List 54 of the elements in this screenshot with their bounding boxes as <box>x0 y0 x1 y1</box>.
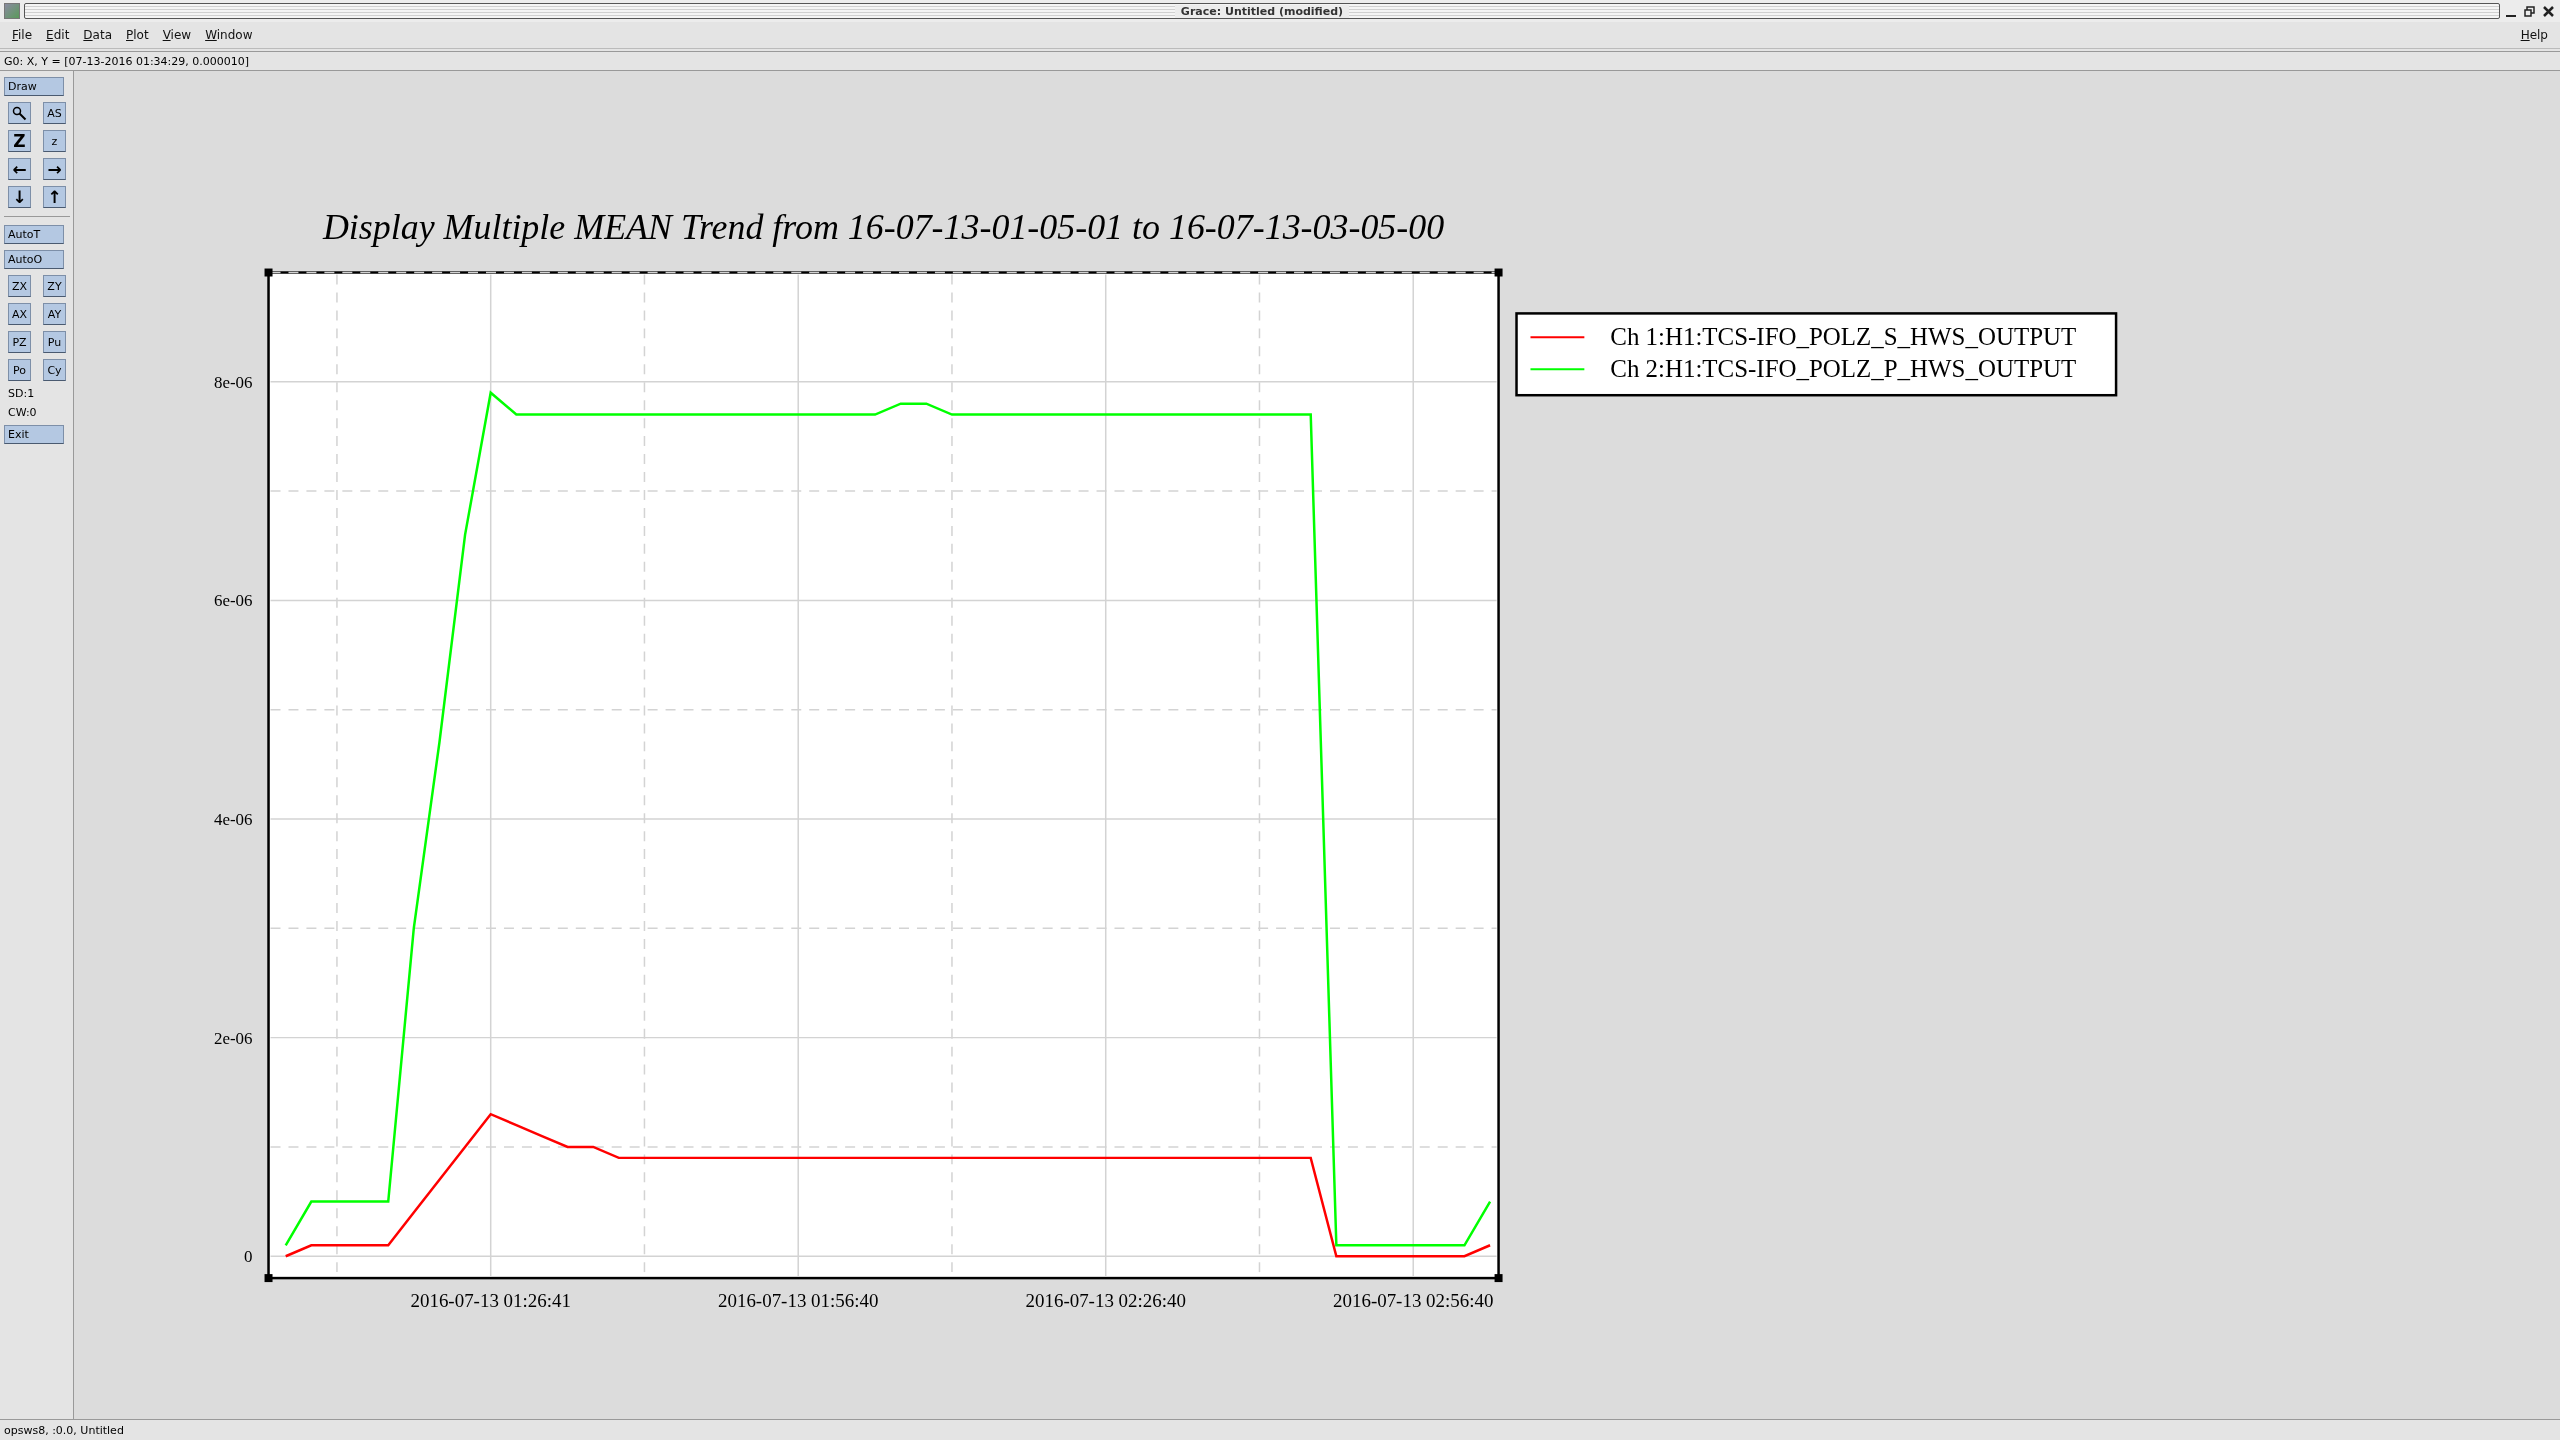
tool-button[interactable]: AY <box>43 303 66 325</box>
y-tick-label: 4e-06 <box>214 810 253 829</box>
y-tick-label: 0 <box>244 1247 253 1267</box>
chart-title: Display Multiple MEAN Trend from 16-07-13-01-05-01 to 16-07-13-03-05-00 <box>322 206 1445 247</box>
tool-status-text: CW:0 <box>7 406 38 419</box>
menu-item[interactable]: Plot <box>120 26 155 44</box>
y-tick-label: 6e-06 <box>214 591 253 611</box>
tool-button[interactable]: ← <box>8 158 31 180</box>
tool-button[interactable]: → <box>43 158 66 180</box>
status-bar: opsws8, :0.0, Untitled <box>0 1419 2560 1440</box>
legend-label: Ch 1:H1:TCS-IFO_POLZ_S_HWS_OUTPUT <box>1610 323 2077 351</box>
tool-button[interactable]: ZX <box>8 275 31 297</box>
menu-item[interactable]: Data <box>77 26 118 44</box>
tool-button[interactable]: AS <box>43 102 66 124</box>
corner-handle[interactable] <box>1494 268 1503 277</box>
zoom-button[interactable] <box>8 102 31 124</box>
close-icon <box>2543 5 2554 17</box>
tool-button[interactable]: z <box>43 130 66 152</box>
tool-button[interactable]: ↓ <box>8 186 31 208</box>
restore-icon <box>2524 5 2535 17</box>
menu-item[interactable]: Edit <box>40 26 76 44</box>
corner-handle[interactable] <box>1494 1274 1503 1283</box>
corner-handle[interactable] <box>264 268 273 277</box>
menu-item[interactable]: View <box>156 26 198 44</box>
corner-handle[interactable] <box>264 1274 273 1283</box>
x-tick-label: 2016-07-13 02:56:40 <box>1333 1290 1494 1311</box>
search-icon <box>12 105 27 121</box>
tool-status-text: SD:1 <box>7 387 36 400</box>
tool-button[interactable]: Pu <box>43 331 66 353</box>
tool-button[interactable]: ZY <box>43 275 66 297</box>
tool-button[interactable]: Cy <box>43 359 66 381</box>
x-tick-label: 2016-07-13 01:26:41 <box>410 1290 571 1311</box>
y-tick-label: 2e-06 <box>214 1028 253 1048</box>
menu-item[interactable]: Window <box>199 26 259 44</box>
menu-item[interactable]: Help <box>2514 26 2554 44</box>
close-button[interactable] <box>2541 5 2556 17</box>
tool-button[interactable]: AutoT <box>4 225 64 244</box>
x-tick-label: 2016-07-13 01:56:40 <box>718 1290 879 1311</box>
restore-button[interactable] <box>2522 5 2537 17</box>
window-title: Grace: Untitled (modified) <box>1174 4 1350 18</box>
tool-button[interactable]: ↑ <box>43 186 66 208</box>
tool-button[interactable]: Po <box>8 359 31 381</box>
coordinate-readout: G0: X, Y = [07-13-2016 01:34:29, 0.000010] <box>0 51 2560 71</box>
tool-button[interactable]: AX <box>8 303 31 325</box>
legend-label: Ch 2:H1:TCS-IFO_POLZ_P_HWS_OUTPUT <box>1610 355 2077 383</box>
y-tick-label: 8e-06 <box>214 372 253 392</box>
menu-item[interactable]: File <box>6 26 39 44</box>
tool-button[interactable]: AutoO <box>4 250 64 269</box>
tool-button[interactable]: Z <box>8 130 31 152</box>
x-tick-label: 2016-07-13 02:26:40 <box>1025 1290 1186 1311</box>
tool-button[interactable]: Draw <box>4 77 64 96</box>
tool-button[interactable]: PZ <box>8 331 31 353</box>
minimize-icon <box>2506 14 2516 17</box>
tool-button[interactable]: Exit <box>4 425 64 444</box>
